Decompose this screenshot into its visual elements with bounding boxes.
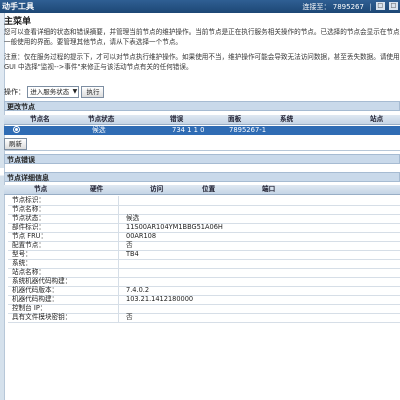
- property-key: 站点名称：: [12, 268, 45, 276]
- divider: [4, 150, 400, 151]
- change-node-header: 更改节点: [4, 101, 400, 111]
- cell-divider: [118, 214, 119, 223]
- property-key: 节点状态：: [12, 214, 45, 222]
- property-key: 机器代码构建：: [12, 295, 59, 303]
- connection-id: 7895267: [332, 3, 364, 11]
- connection-label: 连接至：: [302, 3, 331, 11]
- col-site[interactable]: 站点: [370, 115, 383, 124]
- property-key: 具有文件模块密钥：: [12, 313, 72, 321]
- cell-divider: [118, 259, 119, 268]
- property-key: 节点标识：: [12, 196, 45, 204]
- execute-button[interactable]: 执行: [81, 86, 105, 98]
- cell-divider: [118, 241, 119, 250]
- title-bar: 动手工具 连接至： 7895267 | □ □: [0, 0, 400, 13]
- property-key: 控制台 IP：: [12, 304, 47, 312]
- app-title: 动手工具: [2, 2, 34, 11]
- cell-divider: [118, 286, 119, 295]
- col-port-port[interactable]: 端口: [262, 185, 275, 194]
- property-key: 机器代码版本：: [12, 286, 59, 294]
- cell-divider: [118, 232, 119, 241]
- cell-divider: [118, 205, 119, 214]
- property-key: 节点 FRU：: [12, 232, 48, 240]
- chevron-down-icon: ▼: [72, 88, 78, 95]
- window-button-2[interactable]: □: [389, 2, 398, 10]
- operation-bar: 操作： 进入服务状态 ▼ 执行: [4, 86, 105, 98]
- cell-divider: [118, 304, 119, 313]
- refresh-button[interactable]: 刷新: [4, 138, 27, 150]
- col-node-name[interactable]: 节点名: [30, 115, 50, 124]
- col-port-access[interactable]: 访问: [150, 185, 163, 194]
- operation-select[interactable]: 进入服务状态 ▼: [27, 86, 80, 98]
- col-panel[interactable]: 面板: [228, 115, 241, 124]
- property-value: 11S00AR104YM1BBG51A06H: [126, 223, 223, 231]
- cell-divider: [118, 223, 119, 232]
- property-key: 系统：: [12, 259, 32, 267]
- col-port-node[interactable]: 节点: [34, 185, 47, 194]
- cell-error: 734 1 1 0: [172, 126, 205, 134]
- property-value: 103.21.1412180000: [126, 295, 194, 303]
- page-description: 您可以查看详细的状态和错误摘要，并管理当前节点的维护操作。当前节点是正在执行服务…: [4, 28, 400, 46]
- page-note: 注意：仅在服务过程的提示下，才可以对节点执行维护操作。如果使用不当，维护操作可能…: [4, 53, 400, 71]
- property-value: 否: [126, 241, 133, 249]
- col-node-status[interactable]: 节点状态: [88, 115, 114, 124]
- cell-divider: [118, 313, 119, 322]
- col-system[interactable]: 系统: [280, 115, 293, 124]
- cell-node-status: 候选: [92, 126, 106, 134]
- connection-separator: |: [369, 3, 372, 11]
- operation-label: 操作：: [4, 88, 25, 96]
- property-key: 系统机器代码构建：: [12, 277, 72, 285]
- property-key: 型号：: [12, 250, 32, 258]
- operation-select-value: 进入服务状态: [30, 88, 70, 96]
- port-table-header: 节点 硬件 访问 位置 端口: [4, 185, 400, 195]
- property-value: 否: [126, 313, 133, 321]
- cell-divider: [118, 196, 119, 205]
- node-error-header: 节点错误: [4, 154, 400, 164]
- table-row-selected[interactable]: 候选 734 1 1 0 7895267-1: [4, 126, 400, 135]
- cell-panel: 7895267-1: [229, 126, 267, 134]
- property-row: 具有文件模块密钥： 否: [8, 313, 400, 323]
- col-error[interactable]: 错误: [170, 115, 183, 124]
- property-key: 配置节点：: [12, 241, 45, 249]
- property-value: TB4: [126, 250, 139, 258]
- col-port-hardware[interactable]: 硬件: [90, 185, 103, 194]
- property-value: 00AR108: [126, 232, 157, 240]
- page-title: 主菜单: [4, 17, 32, 27]
- property-value: 7.4.0.2: [126, 286, 150, 294]
- cell-divider: [118, 250, 119, 259]
- col-port-location[interactable]: 位置: [202, 185, 215, 194]
- cell-divider: [118, 277, 119, 286]
- row-radio-button[interactable]: [13, 126, 20, 133]
- property-key: 部件标识：: [12, 223, 45, 231]
- window-button-1[interactable]: □: [375, 2, 385, 10]
- connection-info: 连接至： 7895267 | □ □: [303, 2, 398, 12]
- property-key: 节点名称：: [12, 205, 45, 213]
- cell-divider: [118, 295, 119, 304]
- property-value: 候选: [126, 214, 140, 222]
- cell-divider: [118, 268, 119, 277]
- change-node-table-header: 节点名 节点状态 错误 面板 系统 站点: [4, 115, 400, 125]
